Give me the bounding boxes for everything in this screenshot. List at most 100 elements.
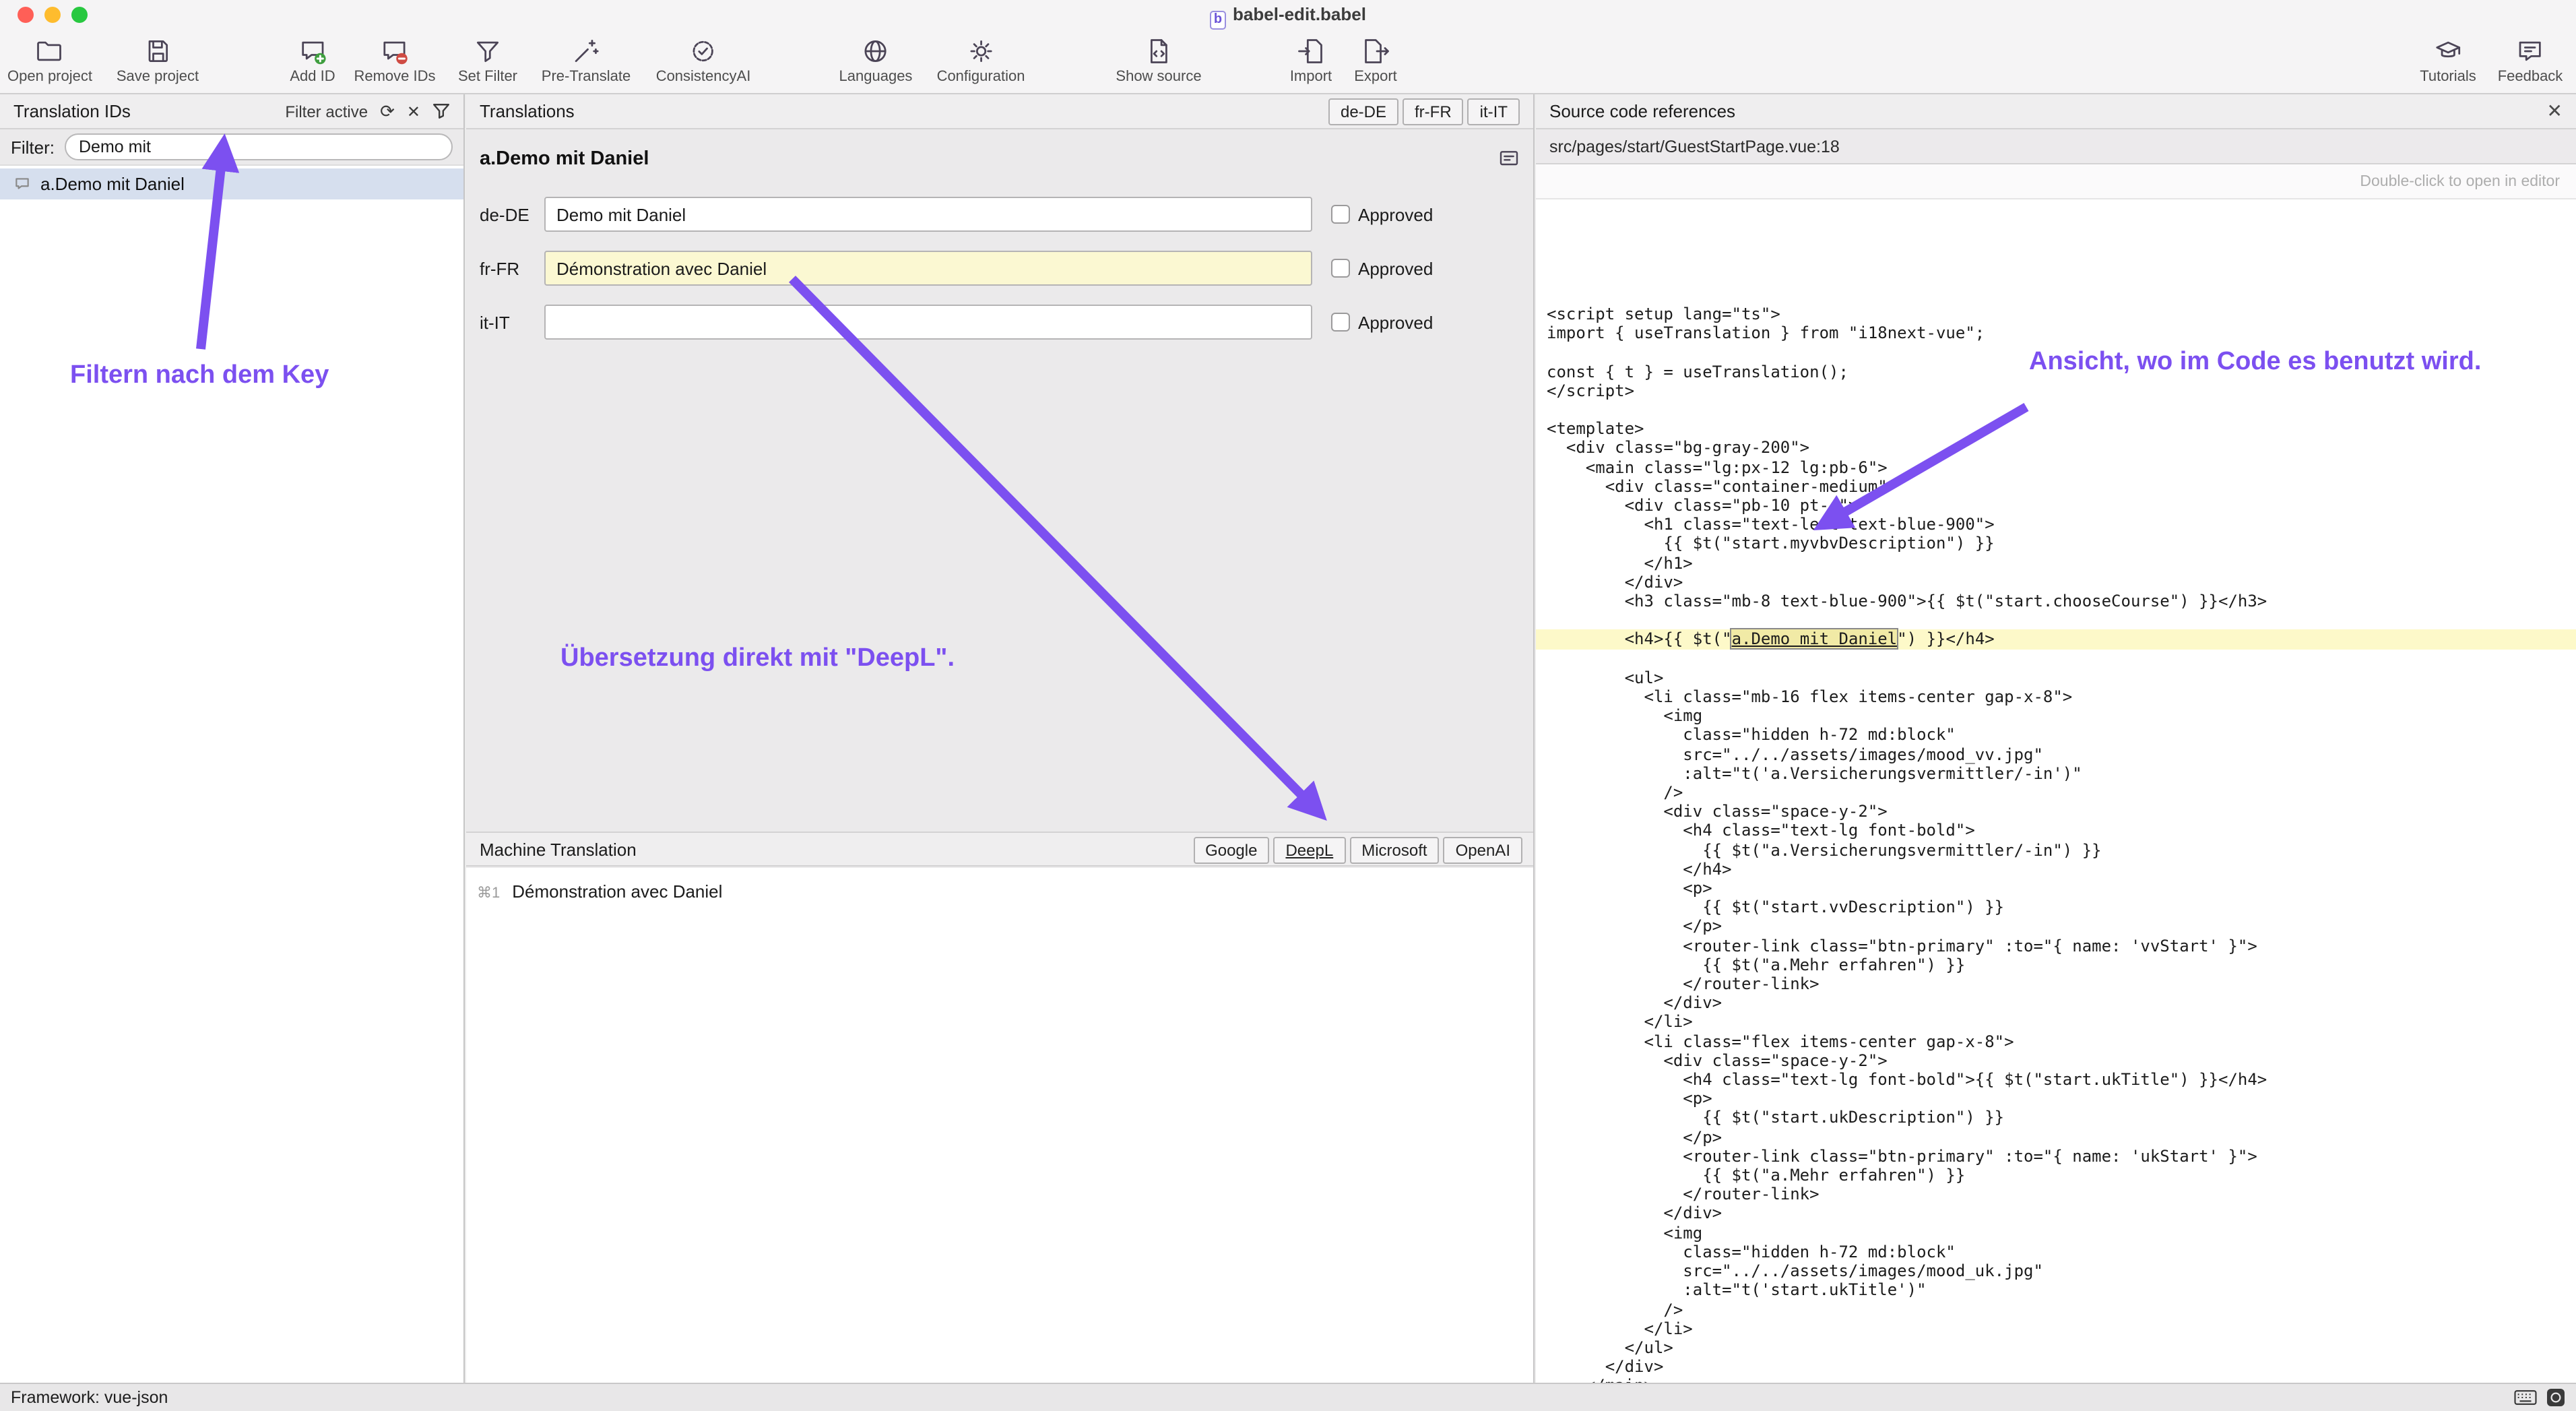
engine-deepl-button[interactable]: DeepL [1273,836,1345,863]
approved-checkbox-de[interactable] [1331,205,1350,224]
translation-input-de[interactable] [544,197,1312,232]
refresh-icon[interactable]: ⟳ [380,102,395,120]
code-line[interactable] [1536,610,2576,629]
feedback-icon [2515,36,2545,66]
code-line[interactable]: <img [1536,706,2576,725]
code-line[interactable]: </p> [1536,917,2576,936]
code-line[interactable]: <script setup lang="ts"> [1536,305,2576,323]
code-line[interactable]: class="hidden h-72 md:block" [1536,726,2576,745]
code-line[interactable]: </div> [1536,573,2576,592]
code-line[interactable]: </h1> [1536,553,2576,572]
lang-toggle-de[interactable]: de-DE [1328,98,1398,125]
engine-google-button[interactable]: Google [1193,836,1269,863]
code-line[interactable]: {{ $t("a.Mehr erfahren") }} [1536,1166,2576,1185]
code-line[interactable]: <h1 class="text-left text-blue-900"> [1536,515,2576,534]
code-line[interactable] [1536,400,2576,419]
code-line[interactable]: /> [1536,783,2576,802]
approved-checkbox-it[interactable] [1331,313,1350,332]
engine-openai-button[interactable]: OpenAI [1444,836,1522,863]
code-line[interactable]: <template> [1536,419,2576,438]
approved-checkbox-fr[interactable] [1331,259,1350,278]
code-line[interactable]: </router-link> [1536,1185,2576,1204]
code-line[interactable] [1536,649,2576,668]
code-line[interactable]: </h4> [1536,860,2576,879]
import-button[interactable]: Import [1290,36,1332,85]
code-line[interactable]: src="../../assets/images/mood_uk.jpg" [1536,1261,2576,1280]
input-menu-icon[interactable] [2546,1388,2565,1407]
code-suffix: ") }}</h4> [1897,630,1995,649]
source-file-tab[interactable]: src/pages/start/GuestStartPage.vue:18 [1536,129,2576,164]
close-icon[interactable]: ✕ [2547,100,2563,123]
code-line[interactable]: {{ $t("a.Versicherungsvermittler/-in") }… [1536,840,2576,859]
code-line[interactable]: <p> [1536,1090,2576,1108]
code-line[interactable]: </div> [1536,994,2576,1013]
code-line[interactable]: <li class="mb-16 flex items-center gap-x… [1536,687,2576,706]
highlighted-code-line[interactable]: <h4>{{ $t("a.Demo mit Daniel") }}</h4> [1536,630,2576,649]
translation-id-item-selected[interactable]: a.Demo mit Daniel [0,168,463,199]
code-line[interactable]: class="hidden h-72 md:block" [1536,1243,2576,1261]
code-line[interactable] [1536,343,2576,362]
code-line[interactable]: <div class="space-y-2"> [1536,1051,2576,1070]
code-line[interactable]: /> [1536,1300,2576,1319]
notes-icon[interactable] [1498,148,1520,170]
filter-icon[interactable] [432,102,450,120]
code-line[interactable]: <div class="bg-gray-200"> [1536,439,2576,458]
open-project-button[interactable]: Open project [7,36,92,85]
code-line[interactable]: </li> [1536,1319,2576,1338]
code-line[interactable]: <router-link class="btn-primary" :to="{ … [1536,936,2576,955]
code-line[interactable]: src="../../assets/images/mood_vv.jpg" [1536,745,2576,763]
filter-input[interactable] [64,133,453,160]
code-line[interactable]: <h3 class="mb-8 text-blue-900">{{ $t("st… [1536,592,2576,610]
add-id-button[interactable]: Add ID [290,36,335,85]
code-line[interactable]: <ul> [1536,668,2576,687]
show-source-button[interactable]: Show source [1116,36,1201,85]
code-line[interactable]: </ul> [1536,1338,2576,1357]
code-line[interactable]: {{ $t("start.ukDescription") }} [1536,1108,2576,1127]
code-line[interactable]: <p> [1536,879,2576,898]
code-line[interactable]: {{ $t("start.vvDescription") }} [1536,898,2576,916]
code-line[interactable]: </div> [1536,1204,2576,1223]
remove-ids-button[interactable]: Remove IDs [354,36,435,85]
languages-button[interactable]: Languages [839,36,913,85]
code-line[interactable]: </div> [1536,1357,2576,1376]
code-line[interactable]: :alt="t('a.Versicherungsvermittler/-in')… [1536,764,2576,783]
code-line[interactable]: </router-link> [1536,974,2576,993]
code-line[interactable]: <h4 class="text-lg font-bold"> [1536,821,2576,840]
configuration-button[interactable]: Configuration [937,36,1025,85]
save-project-button[interactable]: Save project [117,36,199,85]
export-button[interactable]: Export [1354,36,1397,85]
mt-suggestion-row[interactable]: ⌘1 Démonstration avec Daniel [466,868,1533,902]
code-line[interactable]: <router-link class="btn-primary" :to="{ … [1536,1147,2576,1166]
code-line[interactable]: </main> [1536,1377,2576,1383]
code-line[interactable]: <div class="pb-10 pt-4"> [1536,496,2576,515]
keyboard-icon[interactable] [2514,1389,2537,1406]
lang-toggle-fr[interactable]: fr-FR [1403,98,1464,125]
code-line[interactable]: <main class="lg:px-12 lg:pb-6"> [1536,458,2576,476]
code-line[interactable]: :alt="t('start.ukTitle')" [1536,1281,2576,1300]
tutorials-button[interactable]: Tutorials [2420,36,2476,85]
code-line[interactable]: </li> [1536,1013,2576,1032]
feedback-button[interactable]: Feedback [2498,36,2563,85]
clear-filter-icon[interactable]: ✕ [407,103,420,119]
code-line[interactable]: <div class="container-medium"> [1536,477,2576,496]
code-line[interactable]: <img [1536,1223,2576,1242]
translation-input-it[interactable] [544,305,1312,340]
code-line[interactable]: {{ $t("start.myvbvDescription") }} [1536,534,2576,553]
set-filter-button[interactable]: Set Filter [458,36,517,85]
lang-toggle-it[interactable]: it-IT [1468,98,1520,125]
code-line[interactable]: </script> [1536,381,2576,400]
code-line[interactable]: import { useTranslation } from "i18next-… [1536,323,2576,342]
consistency-ai-button[interactable]: ConsistencyAI [656,36,751,85]
code-line[interactable]: <li class="flex items-center gap-x-8"> [1536,1032,2576,1051]
pre-translate-button[interactable]: Pre-Translate [542,36,631,85]
code-line[interactable]: <h4 class="text-lg font-bold">{{ $t("sta… [1536,1070,2576,1089]
highlighted-translation-key[interactable]: a.Demo mit Daniel [1732,630,1898,649]
translation-input-fr[interactable] [544,251,1312,286]
translation-ids-panel: Translation IDs Filter active ⟳ ✕ Filter… [0,94,465,1383]
code-line[interactable]: </p> [1536,1127,2576,1146]
code-line[interactable]: {{ $t("a.Mehr erfahren") }} [1536,955,2576,974]
export-icon [1361,36,1390,66]
code-line[interactable]: <div class="space-y-2"> [1536,802,2576,821]
engine-microsoft-button[interactable]: Microsoft [1349,836,1439,863]
code-line[interactable]: const { t } = useTranslation(); [1536,362,2576,381]
